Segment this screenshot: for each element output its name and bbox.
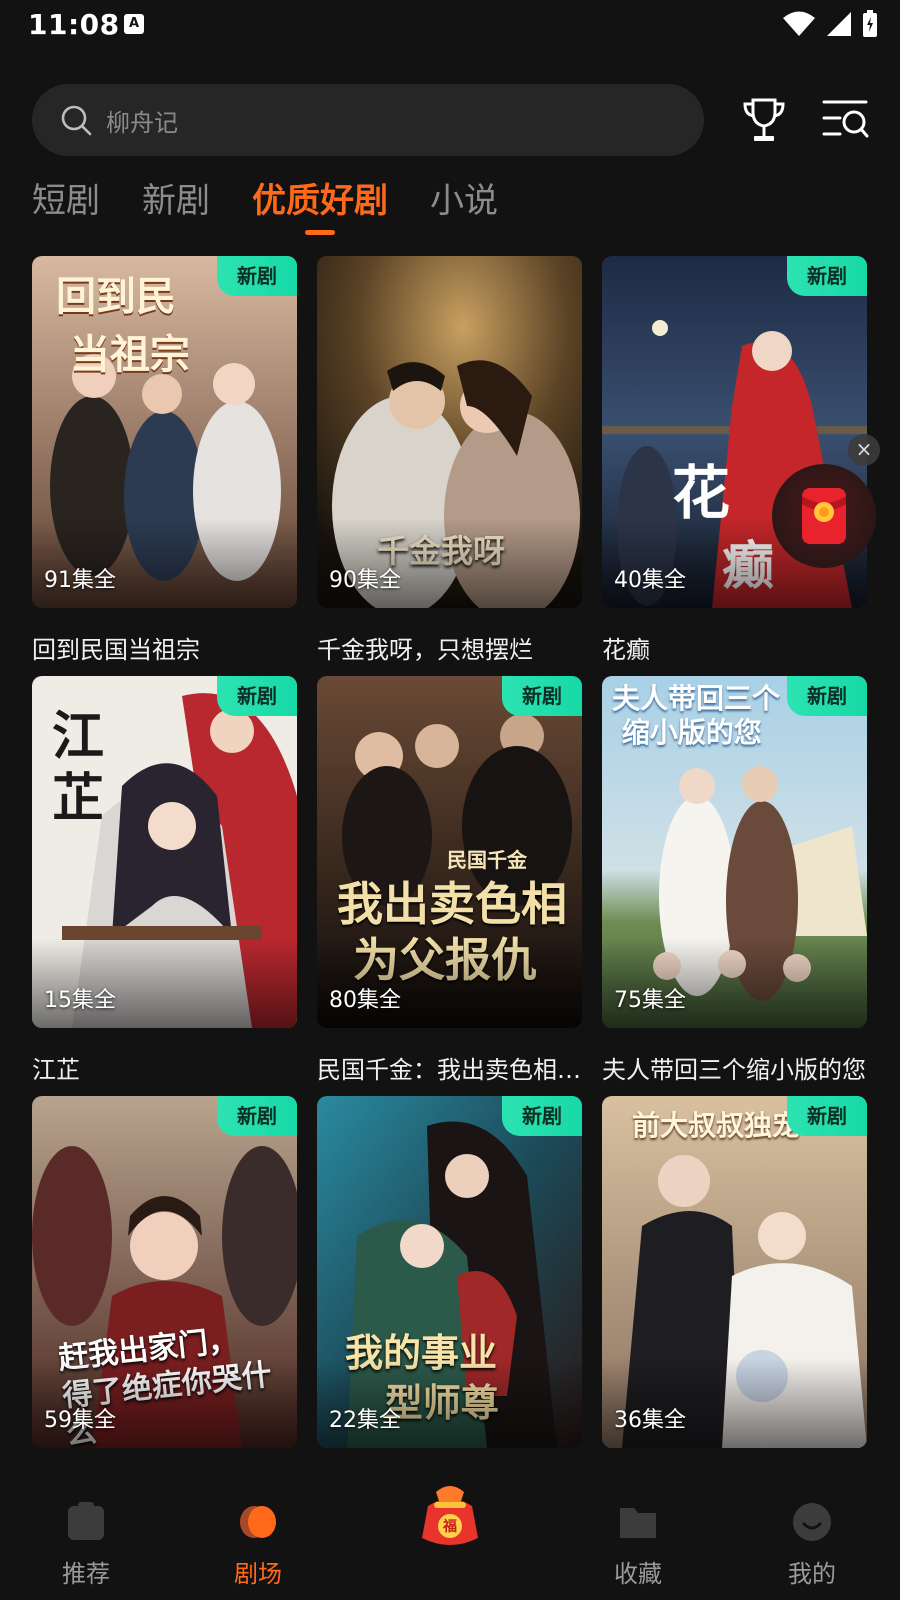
drama-card[interactable]: 前大叔叔独宠 新剧 36集全 (602, 1096, 867, 1470)
wifi-icon (783, 11, 815, 36)
folder-icon (620, 1508, 656, 1538)
episode-count: 90集全 (329, 568, 401, 593)
status-bar: 11:08 A (0, 0, 900, 48)
episode-count: 22集全 (329, 1408, 401, 1433)
drama-card[interactable]: 花 癫 新剧 40集全 花癫 (602, 256, 867, 665)
drama-title[interactable]: 民国千金：我出卖色相为父报仇 (317, 1050, 582, 1085)
lucky-bag-icon: 福 (422, 1486, 478, 1545)
drama-poster[interactable]: 江芷 新剧 15集全 (32, 676, 297, 1028)
new-drama-badge: 新剧 (217, 1096, 297, 1136)
nav-recommend[interactable]: 推荐 (26, 1476, 146, 1589)
tv-icon (68, 1502, 104, 1540)
drama-card[interactable]: 千金我呀 90集全 千金我呀，只想摆烂 (317, 256, 582, 665)
drama-card[interactable]: 江芷 新剧 15集全 江芷 (32, 676, 297, 1085)
drama-card[interactable]: 民国千金 我出卖色相 为父报仇 新剧 80集全 民国千金：我出卖色相为父报仇 (317, 676, 582, 1085)
nav-label: 收藏 (614, 1560, 662, 1588)
new-drama-badge: 新剧 (217, 676, 297, 716)
nav-favorites[interactable]: 收藏 (578, 1476, 698, 1589)
signal-icon (827, 12, 851, 36)
nav-label: 我的 (788, 1560, 836, 1588)
episode-count: 75集全 (614, 988, 686, 1013)
notification-a-icon: A (124, 14, 144, 34)
status-icons (782, 10, 878, 38)
poster-title-art: 回到民 当祖宗 (56, 273, 190, 378)
drama-poster[interactable]: 回到民 当祖宗 新剧 91集全 (32, 256, 297, 608)
close-float-button[interactable]: × (848, 434, 880, 466)
theater-icon (240, 1506, 276, 1538)
episode-count: 36集全 (614, 1408, 686, 1433)
red-envelope-button[interactable] (772, 464, 876, 568)
nav-theater[interactable]: 剧场 (198, 1476, 318, 1589)
episode-count: 80集全 (329, 988, 401, 1013)
new-drama-badge: 新剧 (787, 1096, 867, 1136)
profile-icon (793, 1503, 831, 1541)
drama-card[interactable]: 回到民 当祖宗 新剧 91集全 回到民国当祖宗 (32, 256, 297, 665)
nav-label: 剧场 (234, 1560, 282, 1588)
battery-icon (863, 10, 877, 37)
drama-poster[interactable]: 民国千金 我出卖色相 为父报仇 新剧 80集全 (317, 676, 582, 1028)
category-tabs: 短剧 新剧 优质好剧 小说 (32, 178, 540, 238)
drama-poster[interactable]: 千金我呀 90集全 (317, 256, 582, 608)
red-envelope-icon (802, 488, 846, 544)
poster-title-art: 民国千金 (447, 848, 527, 872)
new-drama-badge: 新剧 (787, 676, 867, 716)
new-drama-badge: 新剧 (502, 676, 582, 716)
drama-poster[interactable]: 赶我出家门，得了绝症你哭什么 新剧 59集全 (32, 1096, 297, 1448)
tab-new-drama[interactable]: 新剧 (142, 178, 210, 224)
new-drama-badge: 新剧 (217, 256, 297, 296)
trophy-icon[interactable] (740, 96, 788, 144)
drama-card[interactable]: 赶我出家门，得了绝症你哭什么 新剧 59集全 (32, 1096, 297, 1470)
svg-text:福: 福 (442, 1518, 457, 1535)
tab-quality-drama[interactable]: 优质好剧 (252, 178, 388, 224)
category-search-icon[interactable] (822, 98, 870, 142)
tab-short-drama[interactable]: 短剧 (32, 178, 100, 224)
search-placeholder: 柳舟记 (106, 108, 178, 137)
drama-poster[interactable]: 夫人带回三个 缩小版的您 新剧 75集全 (602, 676, 867, 1028)
drama-title[interactable]: 花癫 (602, 630, 867, 665)
episode-count: 59集全 (44, 1408, 116, 1433)
nav-lucky-bag[interactable]: 福 (390, 1476, 510, 1564)
poster-title-art: 江芷 (52, 706, 105, 829)
drama-card[interactable]: 我的事业 型师尊 新剧 22集全 (317, 1096, 582, 1470)
search-bar[interactable]: 柳舟记 (32, 84, 704, 156)
drama-title[interactable]: 夫人带回三个缩小版的您 (602, 1050, 867, 1085)
bottom-nav: 推荐 剧场 福 收藏 我的 (0, 1476, 900, 1600)
search-icon (61, 105, 92, 136)
drama-poster[interactable]: 我的事业 型师尊 新剧 22集全 (317, 1096, 582, 1448)
drama-title[interactable]: 回到民国当祖宗 (32, 630, 297, 665)
drama-poster[interactable]: 前大叔叔独宠 新剧 36集全 (602, 1096, 867, 1448)
nav-label: 推荐 (62, 1560, 110, 1588)
status-time: 11:08 (28, 8, 120, 41)
new-drama-badge: 新剧 (502, 1096, 582, 1136)
poster-title-art: 前大叔叔独宠 (632, 1109, 801, 1142)
episode-count: 15集全 (44, 988, 116, 1013)
poster-title-art: 夫人带回三个 缩小版的您 (612, 682, 781, 749)
new-drama-badge: 新剧 (787, 256, 867, 296)
episode-count: 40集全 (614, 568, 686, 593)
nav-profile[interactable]: 我的 (752, 1476, 872, 1589)
episode-count: 91集全 (44, 568, 116, 593)
drama-card[interactable]: 夫人带回三个 缩小版的您 新剧 75集全 夫人带回三个缩小版的您 (602, 676, 867, 1085)
tab-novel[interactable]: 小说 (430, 178, 498, 224)
drama-title[interactable]: 江芷 (32, 1050, 297, 1085)
drama-title[interactable]: 千金我呀，只想摆烂 (317, 630, 582, 665)
